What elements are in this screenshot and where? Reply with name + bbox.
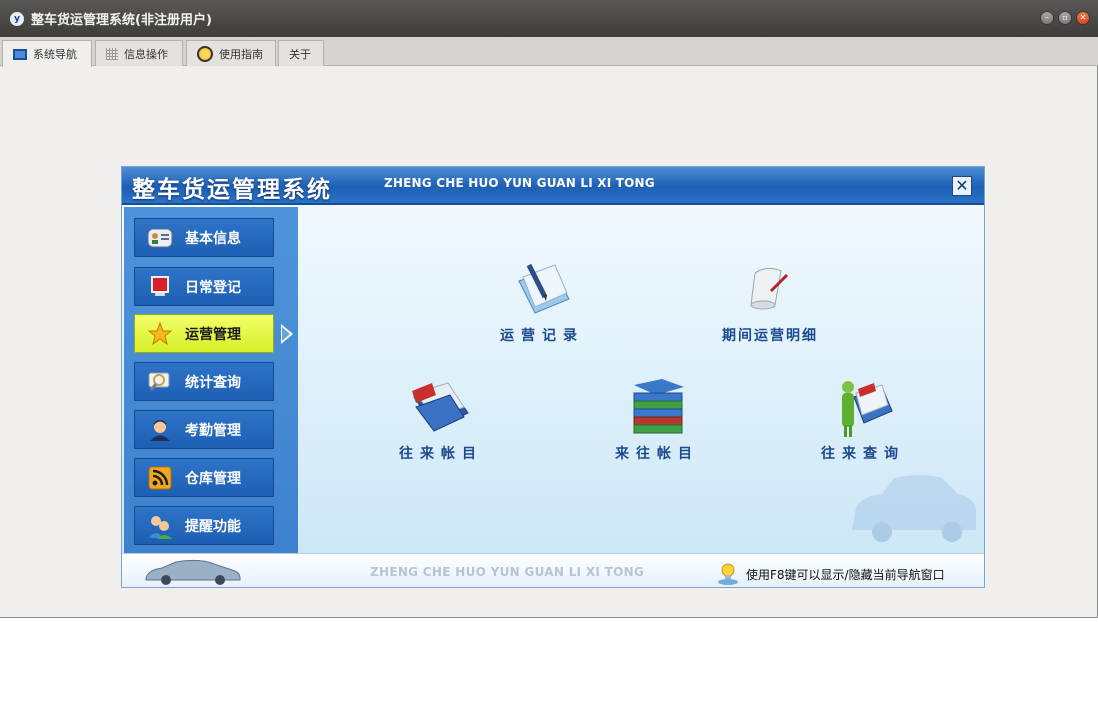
sidebar-item-label: 提醒功能: [185, 518, 241, 535]
nav-subtitle: ZHENG CHE HUO YUN GUAN LI XI TONG: [384, 176, 655, 190]
nav-close-button[interactable]: ✕: [952, 176, 972, 196]
function-label: 来往帐目: [615, 446, 699, 462]
minimize-icon[interactable]: –: [1040, 11, 1054, 25]
sidebar-item-label: 基本信息: [185, 230, 241, 247]
active-item-arrow-inner: [282, 327, 290, 341]
function-operation-record[interactable]: 运营记录: [500, 259, 584, 345]
help-icon: [197, 45, 213, 62]
close-icon[interactable]: ✕: [1076, 11, 1090, 25]
tab-label: 系统导航: [33, 48, 77, 61]
sidebar-item-label: 考勤管理: [185, 422, 241, 439]
sidebar-item-warehouse[interactable]: 仓库管理: [134, 458, 274, 497]
folder-icon: [412, 382, 469, 432]
scroll-icon: [750, 267, 789, 310]
tab-user-guide[interactable]: 使用指南: [186, 40, 276, 66]
sidebar-item-basic-info[interactable]: 基本信息: [134, 218, 274, 257]
tab-label: 关于: [289, 47, 311, 61]
sidebar-item-label: 仓库管理: [185, 470, 241, 487]
nav-title: 整车货运管理系统: [132, 177, 332, 203]
star-icon: [147, 321, 173, 347]
tab-system-nav[interactable]: 系统导航: [2, 40, 92, 67]
person-folder-icon: [842, 381, 893, 437]
footer-tip: 使用F8键可以显示/隐藏当前导航窗口: [716, 562, 945, 586]
tab-bar: 系统导航 信息操作 使用指南 关于: [0, 37, 1098, 67]
sidebar-item-reminders[interactable]: 提醒功能: [134, 506, 274, 545]
nav-footer: ZHENG CHE HUO YUN GUAN LI XI TONG 使用F8键可…: [122, 553, 984, 587]
document-pen-icon: [518, 263, 570, 314]
function-period-details[interactable]: 期间运营明细: [722, 259, 818, 345]
function-label: 往来帐目: [399, 446, 483, 462]
lightbulb-icon: [718, 563, 738, 585]
footer-tip-text: 使用F8键可以显示/隐藏当前导航窗口: [746, 567, 945, 582]
nav-sidebar: 基本信息 日常登记 运营管理 统计查询 考勤管理 仓库管理 提醒功能: [124, 207, 298, 553]
app-window: y 整车货运管理系统(非注册用户) – ▫ ✕ 系统导航 信息操作 使用指南 关…: [0, 0, 1098, 618]
function-label: 运营记录: [500, 328, 584, 344]
car-icon: [145, 559, 241, 585]
monitor-icon: [147, 274, 173, 300]
function-ledger-entries[interactable]: 来往帐目: [615, 377, 699, 463]
taxi-watermark-icon: [852, 475, 977, 542]
window-title: 整车货运管理系统(非注册用户): [31, 13, 212, 28]
sidebar-item-daily-register[interactable]: 日常登记: [134, 267, 274, 306]
contact-card-icon: [147, 225, 173, 251]
function-accounts-query[interactable]: 往来查询: [821, 377, 905, 463]
tab-about[interactable]: 关于: [278, 40, 324, 66]
grid-icon: [106, 47, 118, 60]
navigation-panel: 整车货运管理系统 ZHENG CHE HUO YUN GUAN LI XI TO…: [121, 166, 985, 588]
function-label: 往来查询: [821, 446, 905, 462]
monitor-icon: [13, 48, 27, 60]
tab-info-ops[interactable]: 信息操作: [95, 40, 183, 66]
nav-header: 整车货运管理系统 ZHENG CHE HUO YUN GUAN LI XI TO…: [122, 167, 984, 205]
window-controls: – ▫ ✕: [1040, 11, 1090, 25]
sidebar-item-operations[interactable]: 运营管理: [134, 314, 274, 353]
app-icon: y: [10, 11, 24, 26]
sidebar-item-attendance[interactable]: 考勤管理: [134, 410, 274, 449]
sidebar-item-label: 运营管理: [185, 326, 241, 343]
sidebar-item-statistics[interactable]: 统计查询: [134, 362, 274, 401]
footer-subtitle: ZHENG CHE HUO YUN GUAN LI XI TONG: [370, 565, 645, 579]
user-icon: [147, 417, 173, 443]
magnifier-icon: [147, 369, 173, 395]
title-bar[interactable]: y 整车货运管理系统(非注册用户) – ▫ ✕: [0, 0, 1098, 37]
rss-icon: [147, 465, 173, 491]
sidebar-item-label: 统计查询: [185, 374, 241, 391]
tab-label: 使用指南: [219, 47, 263, 61]
nav-body: 基本信息 日常登记 运营管理 统计查询 考勤管理 仓库管理 提醒功能 运营记录 …: [122, 205, 984, 553]
function-accounts-ledger[interactable]: 往来帐目: [399, 377, 483, 463]
books-icon: [633, 379, 684, 434]
maximize-icon[interactable]: ▫: [1058, 11, 1072, 25]
users-icon: [147, 513, 173, 539]
tab-label: 信息操作: [124, 47, 168, 61]
function-label: 期间运营明细: [722, 328, 818, 344]
sidebar-item-label: 日常登记: [185, 279, 241, 296]
